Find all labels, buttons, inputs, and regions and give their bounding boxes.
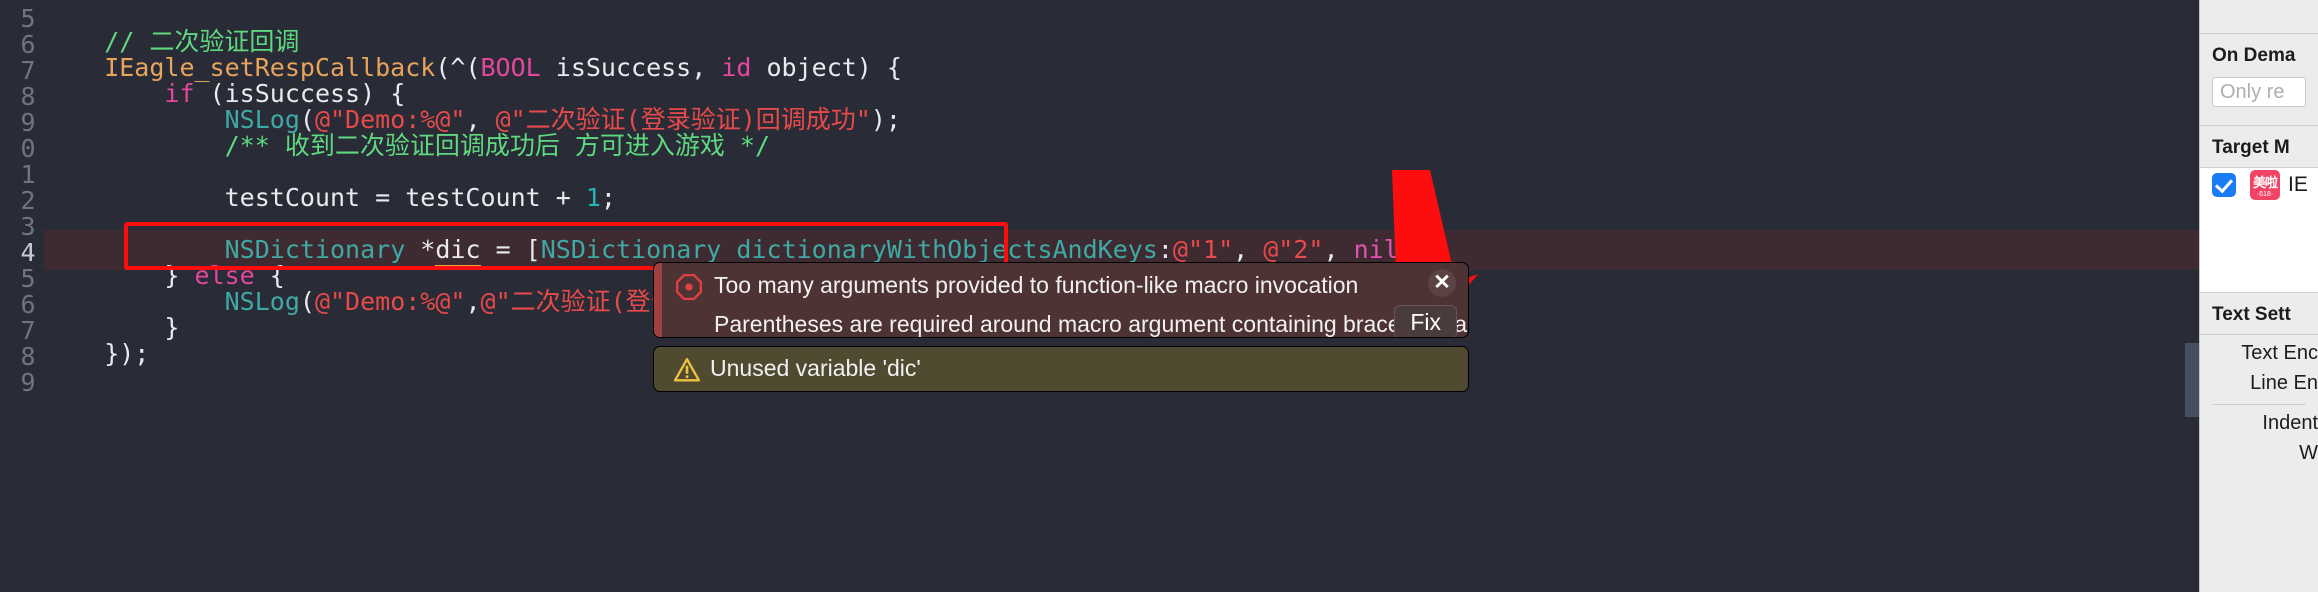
line-number: 5 bbox=[20, 4, 36, 33]
line-number: 3 bbox=[20, 212, 36, 241]
on-demand-section-title: On Dema bbox=[2212, 45, 2296, 66]
error-accent-bar bbox=[654, 263, 662, 337]
line-number: 7 bbox=[20, 316, 36, 345]
error-banner[interactable]: Too many arguments provided to function-… bbox=[653, 262, 1469, 338]
line-number-current: 4 bbox=[20, 238, 36, 267]
warning-message: Unused variable 'dic' bbox=[710, 355, 921, 381]
line-number: 6 bbox=[20, 30, 36, 59]
error-octagon-icon bbox=[676, 274, 702, 300]
issue-popover: Too many arguments provided to function-… bbox=[653, 262, 1469, 392]
error-message-primary: Too many arguments provided to function-… bbox=[714, 272, 1359, 298]
error-message-secondary: Parentheses are required around macro ar… bbox=[714, 311, 1469, 337]
width-label: W bbox=[2299, 442, 2318, 464]
app-icon-label-bottom: ·618· bbox=[2256, 191, 2274, 198]
on-demand-input[interactable]: Only re bbox=[2212, 77, 2306, 107]
target-membership-list: 美啦 ·618· IE bbox=[2200, 168, 2318, 292]
inspector-toolbar bbox=[2200, 0, 2318, 33]
line-number: 8 bbox=[20, 342, 36, 371]
editor-scrollbar-thumb[interactable] bbox=[2185, 343, 2199, 417]
app-icon: 美啦 ·618· bbox=[2250, 170, 2280, 200]
text-settings-section-title: Text Sett bbox=[2212, 304, 2291, 325]
editor-gutter: 5 6 7 8 9 0 1 2 3 4 5 6 7 8 9 bbox=[0, 0, 44, 592]
indent-label: Indent bbox=[2262, 412, 2318, 434]
line-number: 5 bbox=[20, 264, 36, 293]
warning-banner[interactable]: Unused variable 'dic' bbox=[653, 346, 1469, 392]
line-endings-label: Line En bbox=[2250, 372, 2318, 394]
target-name: IE bbox=[2288, 173, 2308, 196]
line-number: 8 bbox=[20, 82, 36, 111]
warning-triangle-icon bbox=[674, 357, 700, 382]
line-number: 9 bbox=[20, 108, 36, 137]
fix-button[interactable]: Fix bbox=[1394, 305, 1457, 337]
close-icon[interactable]: ✕ bbox=[1428, 269, 1456, 297]
ide-window: 5 6 7 8 9 0 1 2 3 4 5 6 7 8 9 // 二次验证回调 … bbox=[0, 0, 2318, 592]
target-membership-row[interactable]: 美啦 ·618· IE bbox=[2200, 168, 2318, 202]
app-icon-label-top: 美啦 bbox=[2252, 175, 2278, 190]
line-number: 7 bbox=[20, 56, 36, 85]
target-membership-section-title: Target M bbox=[2212, 137, 2290, 158]
target-checkbox[interactable] bbox=[2212, 173, 2236, 197]
line-number: 1 bbox=[20, 160, 36, 189]
line-number: 9 bbox=[20, 368, 36, 397]
line-number: 2 bbox=[20, 186, 36, 215]
on-demand-placeholder: Only re bbox=[2220, 81, 2285, 103]
inspector-panel: On Dema Only re Target M 美啦 ·618· IE Tex… bbox=[2199, 0, 2318, 592]
text-encoding-label: Text Enc bbox=[2241, 342, 2318, 364]
line-number: 0 bbox=[20, 134, 36, 163]
line-number: 6 bbox=[20, 290, 36, 319]
